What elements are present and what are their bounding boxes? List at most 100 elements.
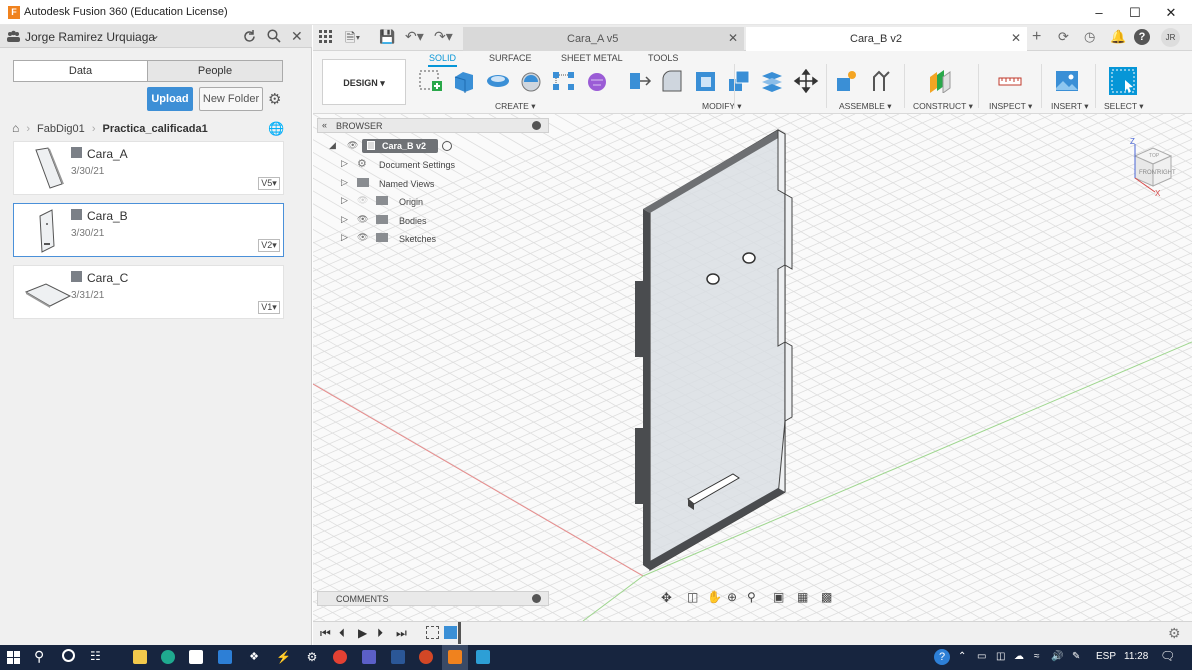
- revolve-icon[interactable]: [485, 69, 511, 93]
- battery-icon[interactable]: ▭: [977, 651, 986, 662]
- offset-plane-icon[interactable]: [927, 69, 953, 93]
- browser-panel-header[interactable]: « BROWSER: [317, 118, 549, 133]
- photos-icon[interactable]: [476, 650, 490, 664]
- version-dropdown[interactable]: V5▾: [258, 177, 280, 190]
- tab-data[interactable]: Data: [13, 60, 148, 82]
- chevron-down-icon[interactable]: ⌄: [150, 28, 160, 42]
- browser-pin-icon[interactable]: [532, 121, 541, 130]
- notifications-icon[interactable]: 🔔: [1110, 29, 1126, 45]
- create-sketch-icon[interactable]: [418, 69, 444, 93]
- store-icon[interactable]: [189, 650, 203, 664]
- edge-icon[interactable]: [161, 650, 175, 664]
- powerpoint-icon[interactable]: [419, 650, 433, 664]
- orbit-icon[interactable]: ✥: [661, 590, 672, 606]
- shell-icon[interactable]: [693, 69, 719, 93]
- browser-root-node[interactable]: Cara_B v2: [362, 139, 438, 153]
- fit-icon[interactable]: ⚲: [747, 590, 756, 604]
- taskbar-search-icon[interactable]: ⚲: [34, 648, 44, 665]
- volume-icon[interactable]: 🔊: [1051, 651, 1063, 662]
- viewports-icon[interactable]: ▩: [821, 590, 832, 604]
- tab-tools[interactable]: TOOLS: [648, 53, 678, 63]
- close-tab-icon[interactable]: ✕: [1011, 31, 1021, 45]
- globe-icon[interactable]: 🌐: [268, 121, 284, 137]
- pattern-icon[interactable]: [551, 69, 577, 93]
- team-icon[interactable]: [7, 30, 20, 42]
- extensions-icon[interactable]: ⟳: [1058, 29, 1069, 45]
- sweep-icon[interactable]: [518, 69, 544, 93]
- onedrive-icon[interactable]: ☁: [1014, 651, 1024, 662]
- comments-add-icon[interactable]: [532, 594, 541, 603]
- look-at-icon[interactable]: ◫: [687, 590, 698, 604]
- construct-menu[interactable]: CONSTRUCT ▾: [913, 101, 973, 112]
- tab-cara-a[interactable]: Cara_A v5 ✕: [463, 27, 744, 51]
- file-explorer-icon[interactable]: [133, 650, 147, 664]
- cara-b-plate[interactable]: [635, 129, 793, 572]
- user-avatar[interactable]: JR: [1161, 28, 1180, 47]
- dropbox-icon[interactable]: ❖: [247, 650, 261, 664]
- timeline-extrude-feature-icon[interactable]: [444, 626, 457, 639]
- workspace-dropdown[interactable]: DESIGN ▾: [322, 59, 406, 105]
- timeline-sketch-feature-icon[interactable]: [426, 626, 439, 639]
- tray-overflow-icon[interactable]: ⌃: [958, 651, 966, 662]
- browser-item-bodies[interactable]: Bodies: [399, 216, 427, 226]
- combine-icon[interactable]: [726, 69, 752, 93]
- activate-radio-icon[interactable]: [442, 141, 452, 151]
- comments-panel[interactable]: COMMENTS: [317, 591, 549, 606]
- version-dropdown[interactable]: V1▾: [258, 301, 280, 314]
- action-center-icon[interactable]: 🗨: [1160, 649, 1175, 663]
- pan-hand-icon[interactable]: ✋: [707, 590, 722, 604]
- settings-gear-icon[interactable]: ⚙: [305, 650, 319, 664]
- go-to-start-icon[interactable]: ⏮: [320, 626, 331, 641]
- device-icon[interactable]: ◫: [996, 651, 1005, 662]
- modify-menu[interactable]: MODIFY ▾: [702, 101, 742, 112]
- file-menu-icon[interactable]: 🗎▾: [345, 29, 360, 51]
- insert-image-icon[interactable]: [1054, 69, 1080, 93]
- settings-gear-icon[interactable]: ⚙: [268, 90, 281, 108]
- select-menu[interactable]: SELECT ▾: [1104, 101, 1144, 112]
- timeline-settings-gear-icon[interactable]: ⚙: [1168, 625, 1181, 642]
- cortana-icon[interactable]: [62, 649, 75, 662]
- expand-arrow-icon[interactable]: ▷: [341, 158, 348, 169]
- press-pull-icon[interactable]: [626, 69, 652, 93]
- viewcube[interactable]: FRONT RIGHT TOP Z X: [1113, 126, 1179, 198]
- windows-start-icon[interactable]: [7, 651, 20, 664]
- go-to-end-icon[interactable]: ⏭: [396, 626, 407, 641]
- play-icon[interactable]: ▶: [358, 626, 367, 640]
- tab-cara-b[interactable]: Cara_B v2 ✕: [746, 27, 1027, 51]
- close-panel-icon[interactable]: ✕: [291, 28, 303, 45]
- teams-icon[interactable]: [362, 650, 376, 664]
- split-body-icon[interactable]: [759, 69, 785, 93]
- refresh-icon[interactable]: [242, 29, 257, 44]
- language-indicator[interactable]: ESP: [1096, 651, 1116, 662]
- upload-button[interactable]: Upload: [147, 87, 193, 111]
- collapse-browser-icon[interactable]: «: [322, 120, 327, 130]
- user-name[interactable]: Jorge Ramirez Urquiaga: [25, 30, 155, 44]
- minimize-button[interactable]: –: [1089, 4, 1109, 21]
- close-tab-icon[interactable]: ✕: [728, 31, 738, 45]
- clock[interactable]: 11:28: [1124, 651, 1148, 662]
- wifi-icon[interactable]: ≈: [1034, 651, 1040, 662]
- create-menu[interactable]: CREATE ▾: [495, 101, 536, 112]
- close-window-button[interactable]: ✕: [1161, 4, 1181, 21]
- tab-solid[interactable]: SOLID: [428, 53, 458, 67]
- help-tray-icon[interactable]: ?: [934, 649, 950, 665]
- grid-settings-icon[interactable]: ▦: [797, 590, 808, 604]
- expand-arrow-icon[interactable]: ▷: [341, 177, 348, 188]
- browser-item-document-settings[interactable]: Document Settings: [379, 160, 455, 170]
- display-settings-icon[interactable]: ▣: [773, 590, 784, 604]
- step-back-icon[interactable]: ⏴: [339, 626, 345, 641]
- browser-item-origin[interactable]: Origin: [399, 197, 423, 207]
- home-icon[interactable]: ⌂: [12, 121, 19, 135]
- mail-icon[interactable]: [218, 650, 232, 664]
- 3d-viewport[interactable]: FRONT RIGHT TOP Z X « BROWSER ◢ 👁 Cara_B…: [313, 114, 1192, 621]
- visibility-eye-icon[interactable]: 👁: [347, 140, 358, 151]
- new-folder-button[interactable]: New Folder: [199, 87, 263, 111]
- expand-arrow-icon[interactable]: ▷: [341, 214, 348, 225]
- move-icon[interactable]: [793, 69, 819, 93]
- timeline-marker[interactable]: [458, 622, 461, 644]
- browser-item-named-views[interactable]: Named Views: [379, 179, 434, 189]
- tab-surface[interactable]: SURFACE: [489, 53, 532, 63]
- help-icon[interactable]: ?: [1134, 29, 1150, 45]
- assemble-menu[interactable]: ASSEMBLE ▾: [839, 101, 891, 112]
- extrude-icon[interactable]: [451, 69, 477, 93]
